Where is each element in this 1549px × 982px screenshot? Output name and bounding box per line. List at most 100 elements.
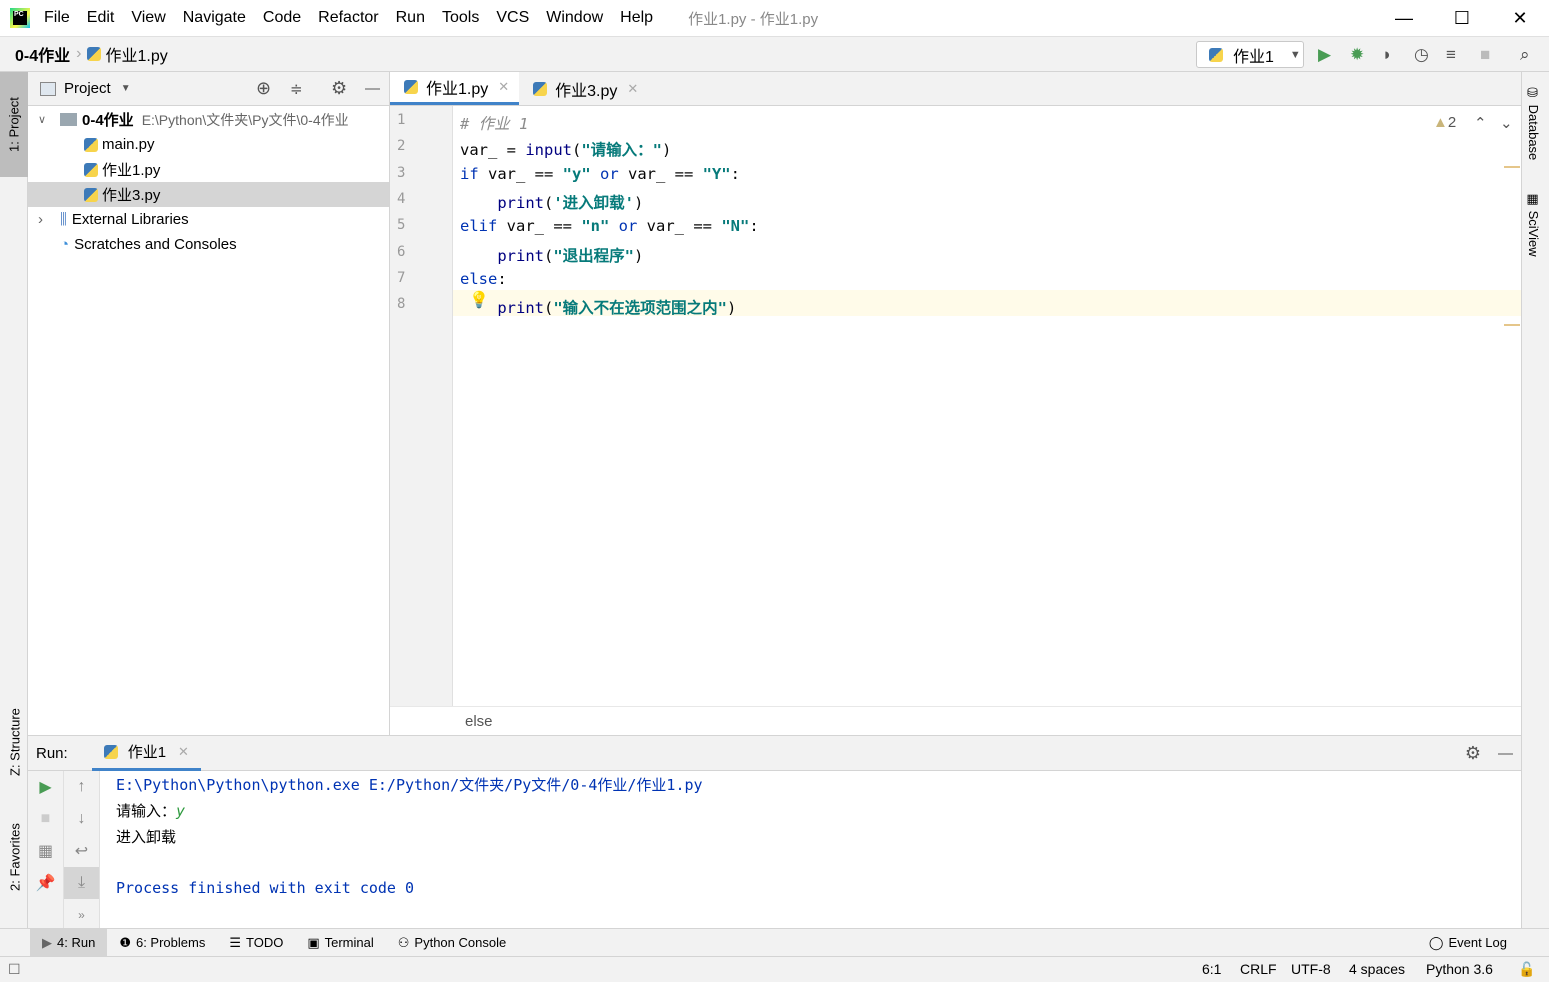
menu-view[interactable]: View	[131, 9, 165, 27]
bottom-tab-python-console[interactable]: ⚇ Python Console	[386, 929, 518, 957]
next-highlight-icon[interactable]: ⌄	[1500, 114, 1513, 132]
tool-tab-sciview[interactable]: ▦ SciView	[1526, 192, 1541, 257]
soft-wrap-icon[interactable]: ↩	[64, 835, 99, 867]
tool-tab-favorites[interactable]: 2: Favorites	[2, 812, 28, 902]
editor-breadcrumb[interactable]: else	[390, 706, 1521, 735]
code-token: var_ ==	[646, 217, 722, 236]
gear-icon[interactable]: ⚙	[331, 78, 347, 99]
tool-tab-project[interactable]: 1: Project	[0, 72, 28, 177]
python-interpreter[interactable]: Python 3.6	[1426, 961, 1493, 977]
scratches-icon: ◔	[60, 236, 70, 253]
minimize-button[interactable]: —	[1375, 0, 1433, 37]
menu-code[interactable]: Code	[263, 9, 301, 27]
code-editor[interactable]: 作业1.py ✕ 作业3.py ✕ 1 # 作业 1 2 var_ = input("请输…	[390, 72, 1521, 735]
run-tab-label: 作业1	[127, 744, 167, 761]
lock-icon[interactable]: 🔓	[1518, 961, 1535, 978]
concurrency-icon[interactable]: ≡	[1446, 45, 1456, 65]
close-tab-icon[interactable]: ✕	[498, 79, 509, 95]
tab-zuoye3[interactable]: 作业3.py ✕	[519, 72, 648, 105]
menu-tools[interactable]: Tools	[442, 9, 479, 27]
code-line[interactable]: if var_ == "y" or var_ == "Y":	[460, 165, 740, 183]
coverage-icon[interactable]: ◗	[1382, 45, 1392, 65]
bottom-tab-todo[interactable]: ☰ TODO	[217, 929, 295, 957]
indent-setting[interactable]: 4 spaces	[1349, 961, 1405, 977]
menu-navigate[interactable]: Navigate	[183, 9, 246, 27]
menu-refactor[interactable]: Refactor	[318, 9, 378, 27]
run-panel: Run: 作业1 ✕ ⚙ — ▶ ■ ▦ 📌 ↑ ↓ ↩ ⤓ » E:\Pytho…	[28, 735, 1521, 931]
rerun-icon[interactable]: ▶	[28, 771, 63, 803]
bottom-tab-problems[interactable]: ❶ 6: Problems	[107, 929, 217, 957]
tab-label: TODO	[246, 935, 284, 950]
search-icon[interactable]: ⌕	[1520, 45, 1530, 65]
scroll-to-end-icon[interactable]: ⤓	[64, 867, 99, 899]
bottom-tab-terminal[interactable]: ▣ Terminal	[295, 929, 385, 957]
run-icon[interactable]: ▶	[1318, 45, 1331, 65]
hide-icon[interactable]: —	[1498, 745, 1513, 762]
event-log-label: Event Log	[1448, 935, 1507, 950]
code-line[interactable]: else:	[460, 270, 507, 288]
caret-position[interactable]: 6:1	[1202, 961, 1221, 977]
stop-icon[interactable]: ■	[1480, 45, 1490, 65]
up-arrow-icon[interactable]: ↑	[64, 771, 99, 803]
breadcrumb-file[interactable]: 作业1.py	[105, 42, 167, 66]
maximize-button[interactable]: ☐	[1433, 0, 1491, 37]
collapse-all-icon[interactable]: ≑	[290, 80, 303, 98]
code-line[interactable]: print("退出程序")	[460, 244, 643, 266]
warnings-indicator[interactable]: ▲2	[1433, 114, 1456, 131]
warning-stripe-marker[interactable]	[1504, 166, 1520, 168]
code-token: "退出程序"	[553, 246, 635, 265]
down-arrow-icon[interactable]: ↓	[64, 803, 99, 835]
menu-run[interactable]: Run	[396, 9, 425, 27]
chevron-down-icon: ∨	[38, 114, 47, 126]
more-icon[interactable]: »	[64, 899, 99, 931]
tool-tab-structure[interactable]: Z: Structure	[2, 692, 28, 792]
pin-icon[interactable]: 📌	[28, 867, 63, 899]
code-line[interactable]: var_ = input("请输入：")	[460, 138, 671, 160]
close-tab-icon[interactable]: ✕	[178, 744, 189, 760]
profile-icon[interactable]: ◷	[1414, 45, 1429, 65]
tree-file-item-selected[interactable]: 作业3.py	[28, 182, 389, 207]
tree-external-libraries[interactable]: › ⫼ External Libraries	[28, 207, 389, 232]
toggle-tool-windows-icon[interactable]: ☐	[8, 961, 21, 978]
run-tab[interactable]: 作业1 ✕	[91, 736, 201, 771]
line-separator[interactable]: CRLF	[1240, 961, 1277, 977]
project-panel-title[interactable]: Project	[64, 80, 111, 97]
debug-icon[interactable]: ✹	[1350, 45, 1364, 65]
tree-file-item[interactable]: main.py	[28, 132, 389, 157]
code-line[interactable]: elif var_ == "n" or var_ == "N":	[460, 217, 759, 235]
gear-icon[interactable]: ⚙	[1465, 743, 1481, 764]
menu-file[interactable]: File	[44, 9, 70, 27]
warning-stripe-marker[interactable]	[1504, 324, 1520, 326]
tree-scratches[interactable]: ◔ Scratches and Consoles	[28, 232, 389, 257]
code-line[interactable]: # 作业 1	[460, 112, 528, 134]
run-config-label: 作业1	[1233, 48, 1274, 66]
sciview-icon: ▦	[1526, 192, 1541, 207]
chevron-down-icon[interactable]: ▼	[121, 83, 131, 94]
breadcrumb-project[interactable]: 0-4作业	[15, 42, 70, 66]
menu-window[interactable]: Window	[546, 9, 603, 27]
code-line[interactable]: print("输入不在选项范围之内")	[460, 296, 736, 318]
tree-root-folder[interactable]: ∨ 0-4作业 E:\Python\文件夹\Py文件\0-4作业	[28, 107, 389, 132]
bottom-tab-run[interactable]: ▶ 4: Run	[30, 928, 108, 957]
close-button[interactable]: ✕	[1491, 0, 1549, 37]
tree-file-item[interactable]: 作业1.py	[28, 157, 389, 182]
locate-icon[interactable]: ⊕	[256, 78, 271, 99]
menu-vcs[interactable]: VCS	[496, 9, 529, 27]
layout-icon[interactable]: ▦	[28, 835, 63, 867]
code-token: :	[730, 164, 740, 183]
close-tab-icon[interactable]: ✕	[627, 81, 638, 97]
lightbulb-icon[interactable]: 💡	[469, 290, 489, 310]
file-name: 作业3.py	[102, 187, 161, 204]
run-config-select[interactable]: 作业1 ▼	[1196, 41, 1304, 68]
menu-edit[interactable]: Edit	[87, 9, 115, 27]
code-line[interactable]: print('进入卸载')	[460, 191, 643, 213]
previous-highlight-icon[interactable]: ⌃	[1474, 114, 1487, 132]
python-file-icon	[404, 80, 418, 94]
menu-help[interactable]: Help	[620, 9, 653, 27]
tool-tab-database[interactable]: ⛁ Database	[1526, 86, 1541, 160]
event-log-button[interactable]: ◯ Event Log	[1417, 929, 1519, 957]
stop-icon[interactable]: ■	[28, 803, 63, 835]
file-encoding[interactable]: UTF-8	[1291, 961, 1331, 977]
tab-zuoye1[interactable]: 作业1.py ✕	[390, 72, 520, 105]
hide-icon[interactable]: —	[365, 80, 380, 97]
